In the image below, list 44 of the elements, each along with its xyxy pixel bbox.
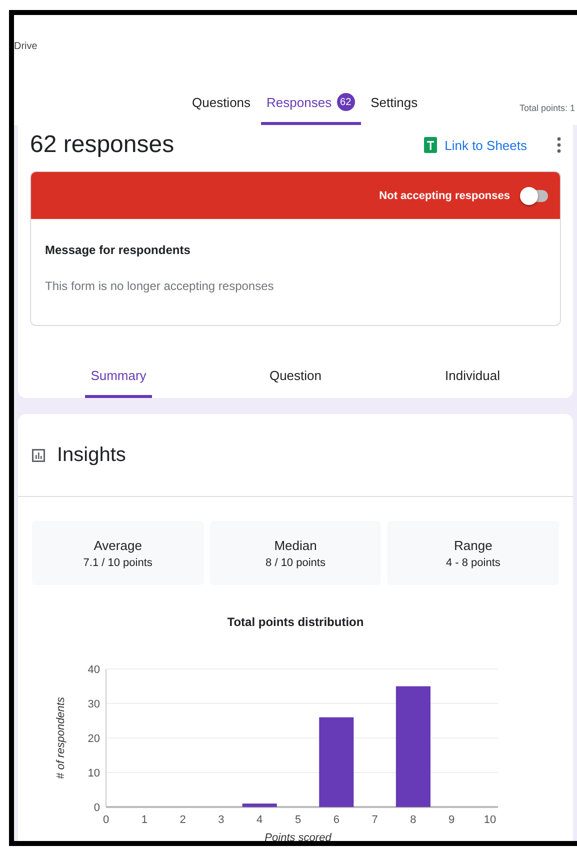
bar-chart-icon: [32, 448, 45, 462]
x-tick-label: 1: [141, 814, 148, 826]
x-tick-label: 9: [448, 814, 455, 826]
stat-label: Range: [454, 538, 492, 552]
total-points: Total points: 1: [519, 103, 575, 113]
stat-value: 4 - 8 points: [446, 556, 500, 568]
stat-value: 7.1 / 10 points: [83, 556, 152, 568]
view-tab[interactable]: Question: [263, 360, 328, 398]
status-label: Not accepting responses: [379, 190, 510, 202]
x-axis-label: Points scored: [264, 832, 332, 841]
stat-label: Median: [274, 538, 317, 552]
y-axis-label: # of respondents: [55, 697, 67, 779]
x-tick-label: 3: [218, 814, 224, 826]
stat-label: Average: [94, 538, 142, 552]
y-tick-label: 40: [88, 664, 100, 676]
chart-title: Total points distribution: [226, 615, 365, 629]
link-to-sheets-button[interactable]: Link to Sheets: [418, 136, 533, 154]
x-tick-label: 7: [372, 814, 378, 826]
responses-title: 62 responses: [30, 131, 176, 159]
x-tick-label: 10: [484, 814, 496, 826]
stat-value: 8 / 10 points: [266, 556, 326, 568]
x-tick-label: 0: [102, 814, 110, 826]
message-heading: Message for respondents: [45, 243, 192, 257]
view-tab[interactable]: Summary: [84, 360, 152, 398]
y-tick-label: 0: [94, 802, 100, 814]
accepting-toggle[interactable]: [522, 190, 548, 202]
message-text: This form is no longer accepting responses: [45, 279, 275, 293]
x-tick-label: 5: [294, 814, 302, 826]
tab[interactable]: Questions: [186, 85, 257, 125]
x-tick-label: 8: [410, 814, 416, 826]
sheets-icon: [424, 137, 437, 153]
app-name: Drive: [14, 40, 38, 52]
y-tick-label: 10: [88, 768, 100, 780]
x-tick-label: 4: [256, 814, 263, 826]
tab[interactable]: Settings: [364, 85, 424, 125]
view-tab[interactable]: Individual: [439, 360, 506, 398]
x-tick-label: 2: [180, 814, 186, 826]
count-badge: 62: [336, 93, 355, 111]
bar: [242, 804, 277, 807]
more-options-icon[interactable]: [557, 137, 561, 153]
y-tick-label: 20: [88, 733, 100, 745]
y-tick-label: 30: [88, 698, 100, 710]
insights-title: Insights: [57, 444, 126, 466]
x-tick-label: 6: [333, 814, 340, 826]
